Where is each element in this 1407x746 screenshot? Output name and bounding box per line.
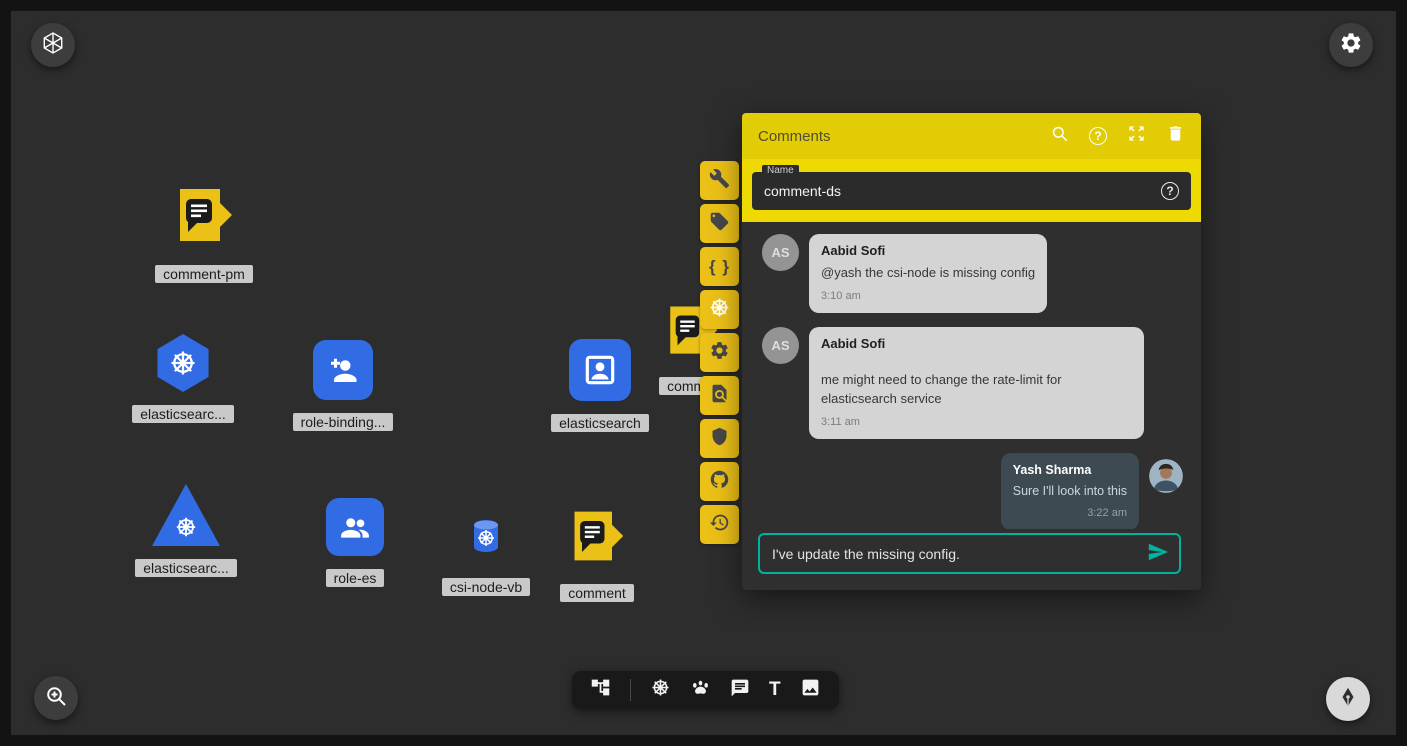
comments-panel: Comments ? Name comment-ds ? AS Aabid So…	[742, 113, 1201, 590]
node-role-es[interactable]: role-es	[295, 498, 415, 587]
node-context-toolbar: { }	[700, 161, 739, 544]
history-tool-button[interactable]	[700, 505, 739, 544]
trash-icon[interactable]	[1166, 124, 1185, 148]
tag-icon	[709, 211, 730, 237]
kubernetes-icon[interactable]	[650, 677, 671, 703]
message-time: 3:22 am	[1013, 506, 1127, 522]
node-label: comment	[560, 584, 634, 602]
message-text: Sure I'll look into this	[1013, 482, 1127, 500]
flowchart-icon[interactable]	[590, 677, 611, 703]
github-icon	[709, 469, 730, 495]
tag-tool-button[interactable]	[700, 204, 739, 243]
zoom-in-icon	[44, 684, 68, 713]
message-author: Aabid Sofi	[821, 242, 1035, 261]
comment-node-icon	[172, 183, 236, 252]
braces-icon: { }	[709, 257, 730, 277]
node-label: comment-pm	[155, 265, 253, 283]
node-comment-pm[interactable]: comment-pm	[144, 183, 264, 283]
node-label: elasticsearch	[551, 414, 649, 432]
settings-button[interactable]	[1329, 23, 1373, 67]
badge-user-icon	[569, 339, 631, 401]
message-time: 3:10 am	[821, 289, 1035, 305]
node-label: role-binding...	[293, 413, 394, 431]
settings-tool-button[interactable]	[700, 333, 739, 372]
avatar: AS	[762, 327, 799, 364]
message-author: Yash Sharma	[1013, 461, 1127, 479]
find-in-page-icon	[709, 383, 730, 409]
name-field-value: comment-ds	[764, 183, 1161, 199]
wrench-tool-button[interactable]	[700, 161, 739, 200]
comment-icon[interactable]	[730, 678, 750, 703]
image-icon[interactable]	[800, 677, 821, 703]
search-icon[interactable]	[1050, 124, 1069, 148]
chat-bubble: Aabid Sofi @yash the csi-node is missing…	[809, 234, 1047, 313]
inspect-tool-button[interactable]	[700, 376, 739, 415]
comments-thread: AS Aabid Sofi @yash the csi-node is miss…	[742, 222, 1201, 529]
help-icon[interactable]: ?	[1161, 182, 1179, 200]
node-comment[interactable]: comment	[537, 506, 657, 602]
kubernetes-tool-button[interactable]	[700, 290, 739, 329]
kubernetes-hexagon-icon	[154, 334, 212, 392]
node-label: role-es	[326, 569, 385, 587]
wrench-icon	[709, 168, 730, 194]
meshery-logo-icon	[41, 31, 65, 60]
dock-divider	[630, 679, 631, 701]
node-elasticsearch[interactable]: elasticsearch	[540, 339, 660, 432]
avatar: AS	[762, 234, 799, 271]
comment-node-icon	[567, 506, 627, 571]
panel-title: Comments	[758, 128, 1050, 145]
text-tool-icon[interactable]: T	[769, 679, 781, 701]
message-text: @yash the csi-node is missing config	[821, 264, 1035, 283]
message-time: 3:11 am	[821, 415, 1132, 431]
chat-message: AS Aabid Sofi me might need to change th…	[762, 327, 1187, 439]
chat-bubble: Aabid Sofi me might need to change the r…	[809, 327, 1144, 439]
user-plus-icon	[313, 340, 373, 400]
name-field[interactable]: Name comment-ds ?	[752, 172, 1191, 210]
node-csi-node-vb[interactable]: csi-node-vb	[426, 519, 546, 596]
pen-icon	[1337, 686, 1359, 713]
gear-icon	[1339, 31, 1363, 60]
node-label: elasticsearc...	[132, 405, 234, 423]
bottom-dock: T	[572, 671, 839, 709]
name-field-band: Name comment-ds ?	[742, 159, 1201, 222]
avatar	[1149, 459, 1183, 493]
chat-bubble: Yash Sharma Sure I'll look into this 3:2…	[1001, 453, 1139, 529]
send-icon	[1147, 541, 1169, 566]
config-json-button[interactable]: { }	[700, 247, 739, 286]
pen-tool-button[interactable]	[1326, 677, 1370, 721]
kubernetes-icon	[708, 296, 731, 324]
security-tool-button[interactable]	[700, 419, 739, 458]
zoom-button[interactable]	[34, 676, 78, 720]
node-role-binding[interactable]: role-binding...	[283, 340, 403, 431]
comment-composer-input[interactable]	[772, 546, 1137, 562]
help-icon[interactable]: ?	[1089, 127, 1107, 145]
node-label: csi-node-vb	[442, 578, 530, 596]
send-button[interactable]	[1147, 541, 1169, 566]
paw-icon[interactable]	[690, 677, 711, 703]
message-text: me might need to change the rate-limit f…	[821, 371, 1132, 409]
chat-message: Yash Sharma Sure I'll look into this 3:2…	[762, 453, 1187, 529]
shield-icon	[709, 426, 730, 452]
gear-icon	[709, 340, 730, 366]
message-author: Aabid Sofi	[821, 335, 1132, 354]
node-elasticsearch-tri[interactable]: elasticsearc...	[126, 484, 246, 577]
history-icon	[709, 512, 730, 538]
node-elasticsearch-hex[interactable]: elasticsearc...	[123, 334, 243, 423]
kubernetes-triangle-icon	[152, 484, 220, 546]
users-icon	[326, 498, 384, 556]
name-field-label: Name	[762, 165, 799, 176]
meshery-logo-button[interactable]	[31, 23, 75, 67]
github-tool-button[interactable]	[700, 462, 739, 501]
node-label: elasticsearc...	[135, 559, 237, 577]
kubernetes-cylinder-icon	[471, 519, 501, 558]
comment-composer	[758, 533, 1181, 574]
expand-icon[interactable]	[1127, 124, 1146, 148]
meshmap-app-window: comment-pm elasticsearc... role-binding.…	[0, 0, 1407, 746]
comments-panel-header: Comments ?	[742, 113, 1201, 159]
chat-message: AS Aabid Sofi @yash the csi-node is miss…	[762, 234, 1187, 313]
